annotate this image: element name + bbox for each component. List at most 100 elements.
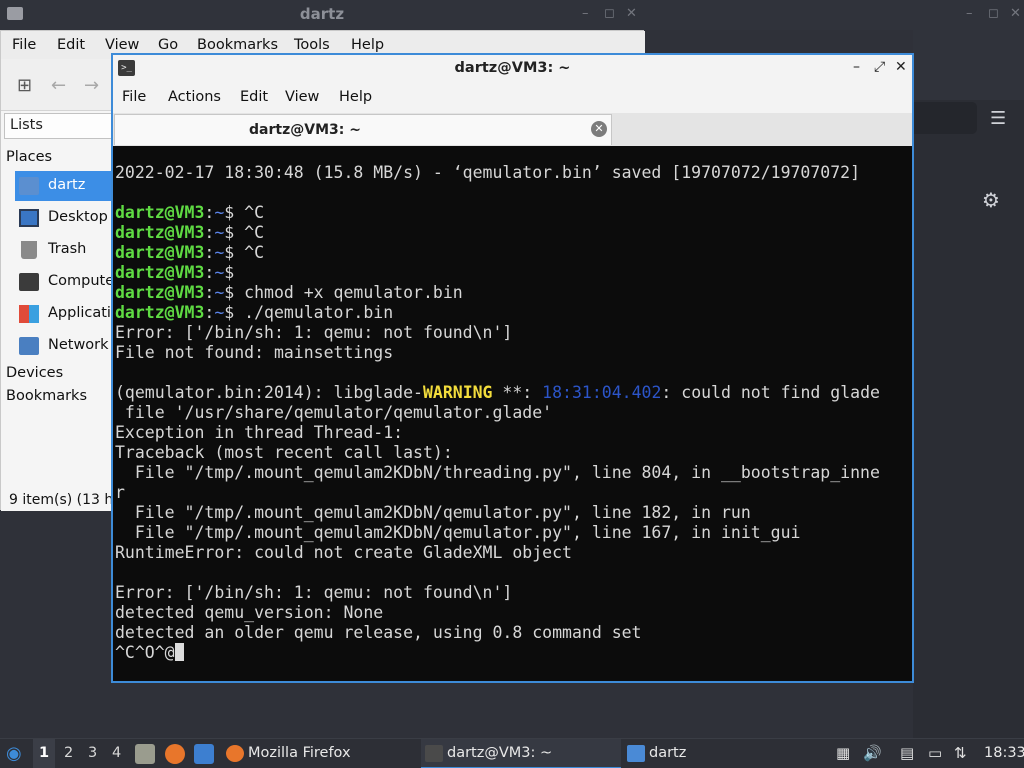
- file-manager-launcher-icon[interactable]: [135, 744, 155, 764]
- background-right-panel: [913, 100, 1024, 738]
- task-firefox[interactable]: Mozilla Firefox: [222, 739, 417, 768]
- warning-timestamp: 18:31:04.402: [542, 383, 662, 402]
- prompt-separator: :: [204, 283, 215, 302]
- gear-icon[interactable]: ⚙: [982, 188, 1000, 212]
- terminal-line: dartz@VM3:~$ ^C: [115, 223, 910, 243]
- prompt-path: ~: [214, 263, 225, 282]
- applications-icon: [19, 305, 39, 323]
- minimize-icon[interactable]: –: [966, 6, 973, 21]
- menu-edit[interactable]: Edit: [57, 37, 85, 53]
- warning-message: : could not find glade: [661, 383, 880, 402]
- prompt-separator: :: [204, 243, 215, 262]
- notes-icon[interactable]: ▤: [900, 744, 914, 762]
- menu-bookmarks[interactable]: Bookmarks: [197, 37, 278, 53]
- menu-go[interactable]: Go: [158, 37, 178, 53]
- command-text: $ ^C: [224, 243, 265, 262]
- display-icon[interactable]: ▭: [928, 744, 942, 762]
- sidebar-item-label: Desktop: [48, 209, 108, 225]
- volume-icon[interactable]: 🔊: [863, 744, 882, 762]
- new-tab-icon[interactable]: ⊞: [17, 75, 32, 96]
- places-heading[interactable]: Places: [6, 149, 52, 165]
- bookmarks-heading[interactable]: Bookmarks: [6, 388, 87, 404]
- background-titlebar: dartz – ◻ ✕ – ◻ ✕: [0, 0, 1024, 30]
- menu-help[interactable]: Help: [339, 89, 372, 105]
- sidebar-item-label: Compute: [48, 273, 115, 289]
- sidebar-item-desktop[interactable]: Desktop: [15, 203, 113, 233]
- start-menu-icon[interactable]: ◉: [6, 743, 22, 764]
- prompt-separator: :: [204, 263, 215, 282]
- terminal-line: Error: ['/bin/sh: 1: qemu: not found\n']: [115, 323, 910, 343]
- sidebar-item-network[interactable]: Network: [15, 331, 113, 361]
- minimize-icon[interactable]: –: [853, 59, 860, 75]
- output-text: Traceback (most recent call last):: [115, 443, 453, 462]
- output-text: File not found: mainsettings: [115, 343, 394, 362]
- clipboard-icon[interactable]: ▦: [836, 744, 850, 762]
- sidebar-item-dartz[interactable]: dartz: [15, 171, 113, 201]
- output-text: RuntimeError: could not create GladeXML …: [115, 543, 572, 562]
- close-icon[interactable]: ✕: [626, 6, 637, 21]
- menu-actions[interactable]: Actions: [168, 89, 221, 105]
- terminal-icon: [425, 745, 443, 762]
- menu-help[interactable]: Help: [351, 37, 384, 53]
- command-text: $ chmod +x qemulator.bin: [224, 283, 463, 302]
- output-text: 2022-02-17 18:30:48 (15.8 MB/s) - ‘qemul…: [115, 163, 861, 182]
- terminal-output[interactable]: 2022-02-17 18:30:48 (15.8 MB/s) - ‘qemul…: [115, 163, 910, 681]
- network-status-icon[interactable]: ⇅: [954, 744, 967, 762]
- menu-file[interactable]: File: [12, 37, 36, 53]
- text-cursor: [174, 643, 184, 661]
- firefox-icon: [226, 745, 244, 762]
- menu-view[interactable]: View: [105, 37, 139, 53]
- prompt-path: ~: [214, 223, 225, 242]
- sidebar-item-label: Network: [48, 337, 109, 353]
- forward-arrow-icon[interactable]: →: [84, 75, 99, 96]
- terminal-window: >_ dartz@VM3: ~ – ⤢ ✕ File Actions Edit …: [111, 53, 914, 683]
- sidebar-item-label: Trash: [48, 241, 87, 257]
- background-toolbar-area: [913, 30, 1024, 100]
- maximize-icon[interactable]: ◻: [988, 6, 999, 21]
- sidebar-item-computer[interactable]: Compute: [15, 267, 115, 297]
- task-label: Mozilla Firefox: [248, 745, 351, 761]
- prompt-user: dartz@VM3: [115, 243, 205, 262]
- maximize-icon[interactable]: ⤢: [874, 59, 885, 75]
- side-pane-selector[interactable]: Lists: [4, 113, 112, 139]
- terminal-titlebar[interactable]: >_ dartz@VM3: ~ – ⤢ ✕: [113, 55, 912, 82]
- maximize-icon[interactable]: ◻: [604, 6, 615, 21]
- warning-prefix: (qemulator.bin:2014): libglade-: [115, 383, 423, 402]
- terminal-menubar: File Actions Edit View Help: [113, 82, 912, 113]
- terminal-line: dartz@VM3:~$ chmod +x qemulator.bin: [115, 283, 910, 303]
- task-terminal[interactable]: dartz@VM3: ~: [421, 739, 621, 768]
- menu-tools[interactable]: Tools: [294, 37, 330, 53]
- terminal-line: Exception in thread Thread-1:: [115, 423, 910, 443]
- tab-terminal[interactable]: dartz@VM3: ~ ✕: [114, 114, 612, 145]
- output-text: file '/usr/share/qemulator/qemulator.gla…: [115, 403, 553, 422]
- desktop-launcher-icon[interactable]: [194, 744, 214, 764]
- workspace-3[interactable]: 3: [88, 745, 97, 761]
- clock: 18:33: [984, 745, 1024, 761]
- close-tab-icon[interactable]: ✕: [591, 121, 607, 137]
- background-search-field[interactable]: [913, 102, 977, 134]
- sidebar-item-trash[interactable]: Trash: [15, 235, 113, 265]
- menu-view[interactable]: View: [285, 89, 319, 105]
- back-arrow-icon[interactable]: ←: [51, 75, 66, 96]
- workspace-4[interactable]: 4: [112, 745, 121, 761]
- minimize-icon[interactable]: –: [582, 6, 589, 21]
- warning-separator: **:: [492, 383, 543, 402]
- menu-edit[interactable]: Edit: [240, 89, 268, 105]
- prompt-user: dartz@VM3: [115, 303, 205, 322]
- terminal-line: detected qemu_version: None: [115, 603, 910, 623]
- task-file-manager[interactable]: dartz: [623, 739, 823, 768]
- home-folder-icon: [19, 177, 39, 195]
- hamburger-menu-icon[interactable]: ☰: [990, 108, 1006, 129]
- task-label: dartz@VM3: ~: [447, 745, 553, 761]
- output-text: File "/tmp/.mount_qemulam2KDbN/qemulator…: [115, 523, 801, 542]
- sidebar-item-label: dartz: [48, 177, 86, 193]
- firefox-launcher-icon[interactable]: [165, 744, 185, 764]
- sidebar-item-applications[interactable]: Applicatio: [15, 299, 120, 329]
- close-icon[interactable]: ✕: [895, 59, 907, 75]
- workspace-1[interactable]: 1: [39, 745, 49, 761]
- terminal-line: dartz@VM3:~$ ./qemulator.bin: [115, 303, 910, 323]
- menu-file[interactable]: File: [122, 89, 146, 105]
- close-icon[interactable]: ✕: [1010, 6, 1021, 21]
- devices-heading[interactable]: Devices: [6, 365, 63, 381]
- workspace-2[interactable]: 2: [64, 745, 73, 761]
